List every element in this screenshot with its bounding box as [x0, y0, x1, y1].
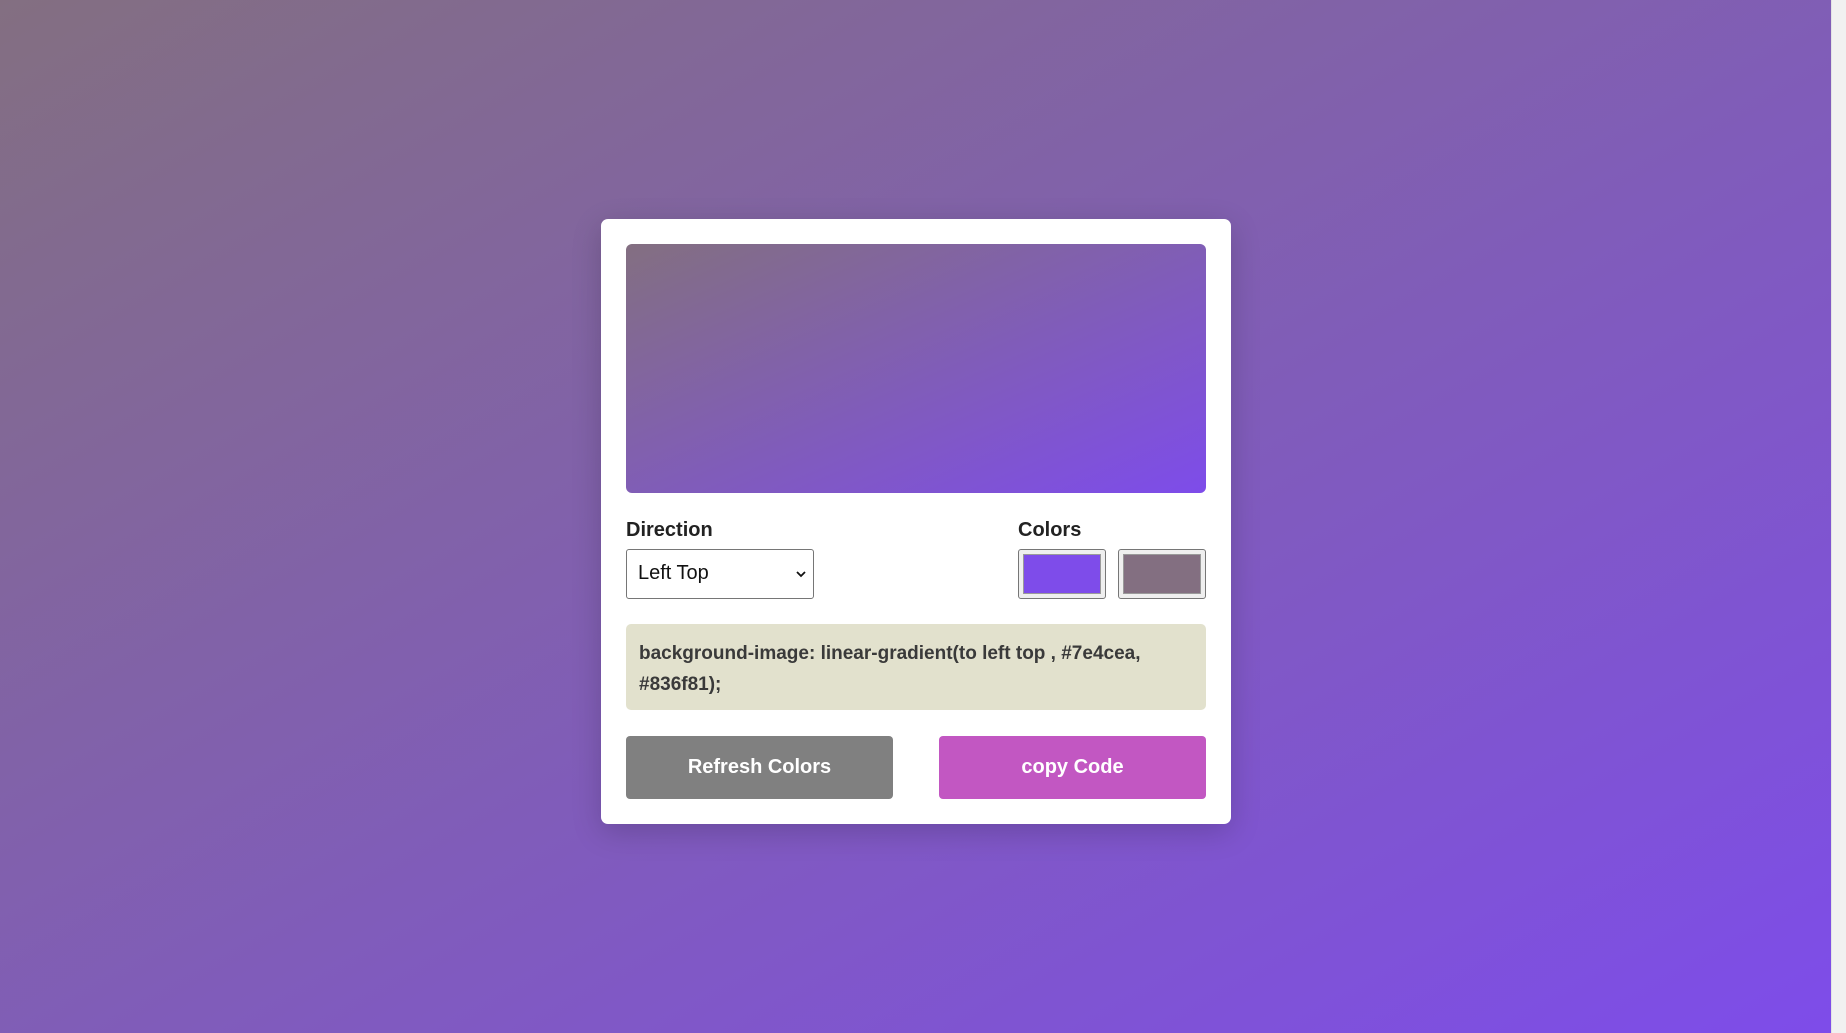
color-swatch-2: [1123, 554, 1201, 594]
direction-select-value: Left Top: [638, 562, 709, 584]
refresh-colors-button[interactable]: Refresh Colors: [626, 736, 893, 799]
direction-label: Direction: [626, 519, 713, 541]
direction-select[interactable]: Left Top: [626, 549, 814, 599]
css-code-text: background-image: linear-gradient(to lef…: [639, 643, 1141, 695]
gradient-preview: [626, 244, 1206, 493]
css-code-output: background-image: linear-gradient(to lef…: [626, 624, 1206, 710]
color-picker-1[interactable]: [1018, 549, 1106, 599]
gradient-generator-card: Direction Left Top Colors background-ima…: [601, 219, 1231, 824]
chevron-down-icon: [796, 571, 806, 578]
color-picker-2[interactable]: [1118, 549, 1206, 599]
color-swatch-1: [1023, 554, 1101, 594]
colors-label: Colors: [1018, 519, 1082, 541]
page-background: Direction Left Top Colors background-ima…: [0, 0, 1846, 1033]
copy-code-button[interactable]: copy Code: [939, 736, 1206, 799]
scrollbar[interactable]: [1831, 0, 1846, 1033]
